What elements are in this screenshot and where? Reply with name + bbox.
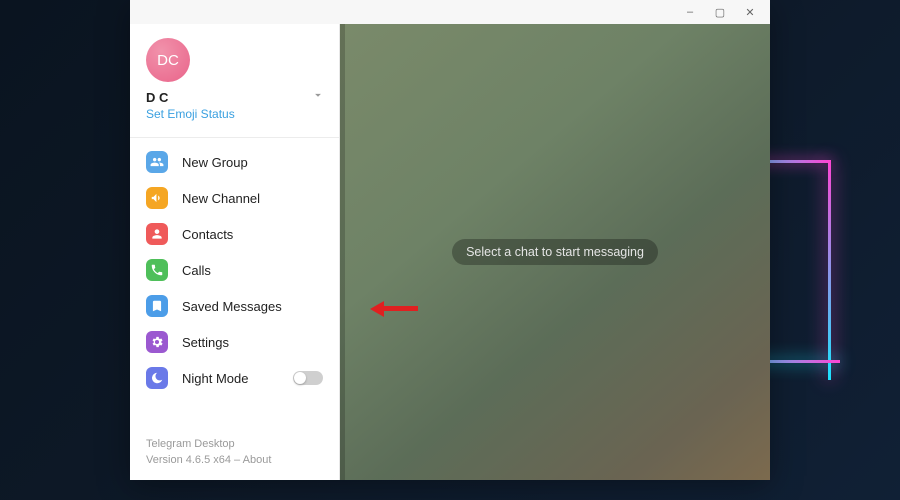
calls-icon xyxy=(146,259,168,281)
chevron-down-icon[interactable] xyxy=(311,88,325,107)
night-icon xyxy=(146,367,168,389)
version-line: Version 4.6.5 x64 – About xyxy=(146,453,323,468)
saved-icon xyxy=(146,295,168,317)
minimize-button[interactable]: – xyxy=(676,2,704,22)
group-icon xyxy=(146,151,168,173)
desktop-background: – ▢ ✕ DC D C Set Emoji Status xyxy=(0,0,900,500)
menu-label: Settings xyxy=(182,335,229,350)
footer: Telegram Desktop Version 4.6.5 x64 – Abo… xyxy=(130,427,339,480)
menu-label: New Channel xyxy=(182,191,260,206)
profile-block: DC D C Set Emoji Status xyxy=(130,24,339,131)
empty-chat-hint: Select a chat to start messaging xyxy=(452,239,658,265)
menu-contacts[interactable]: Contacts xyxy=(130,216,339,252)
menu-night-mode[interactable]: Night Mode xyxy=(130,360,339,396)
title-bar: – ▢ ✕ xyxy=(130,0,770,24)
close-button[interactable]: ✕ xyxy=(736,2,764,22)
avatar[interactable]: DC xyxy=(146,38,190,82)
telegram-window: – ▢ ✕ DC D C Set Emoji Status xyxy=(130,0,770,480)
menu-label: Saved Messages xyxy=(182,299,282,314)
menu-new-group[interactable]: New Group xyxy=(130,144,339,180)
contacts-icon xyxy=(146,223,168,245)
main-menu-sidebar: DC D C Set Emoji Status New Group xyxy=(130,24,340,480)
divider xyxy=(130,137,339,138)
menu-calls[interactable]: Calls xyxy=(130,252,339,288)
channel-icon xyxy=(146,187,168,209)
settings-icon xyxy=(146,331,168,353)
menu-saved-messages[interactable]: Saved Messages xyxy=(130,288,339,324)
menu-new-channel[interactable]: New Channel xyxy=(130,180,339,216)
menu-label: Calls xyxy=(182,263,211,278)
menu-settings[interactable]: Settings xyxy=(130,324,339,360)
maximize-button[interactable]: ▢ xyxy=(706,2,734,22)
menu-label: Night Mode xyxy=(182,371,248,386)
set-emoji-status-link[interactable]: Set Emoji Status xyxy=(146,107,323,121)
menu-label: New Group xyxy=(182,155,248,170)
about-link[interactable]: About xyxy=(243,454,272,466)
night-mode-toggle[interactable] xyxy=(293,371,323,385)
menu-label: Contacts xyxy=(182,227,233,242)
chat-area: Select a chat to start messaging xyxy=(340,24,770,480)
app-name: Telegram Desktop xyxy=(146,437,323,452)
menu-list: New Group New Channel Contacts xyxy=(130,142,339,398)
user-name: D C xyxy=(146,90,323,105)
